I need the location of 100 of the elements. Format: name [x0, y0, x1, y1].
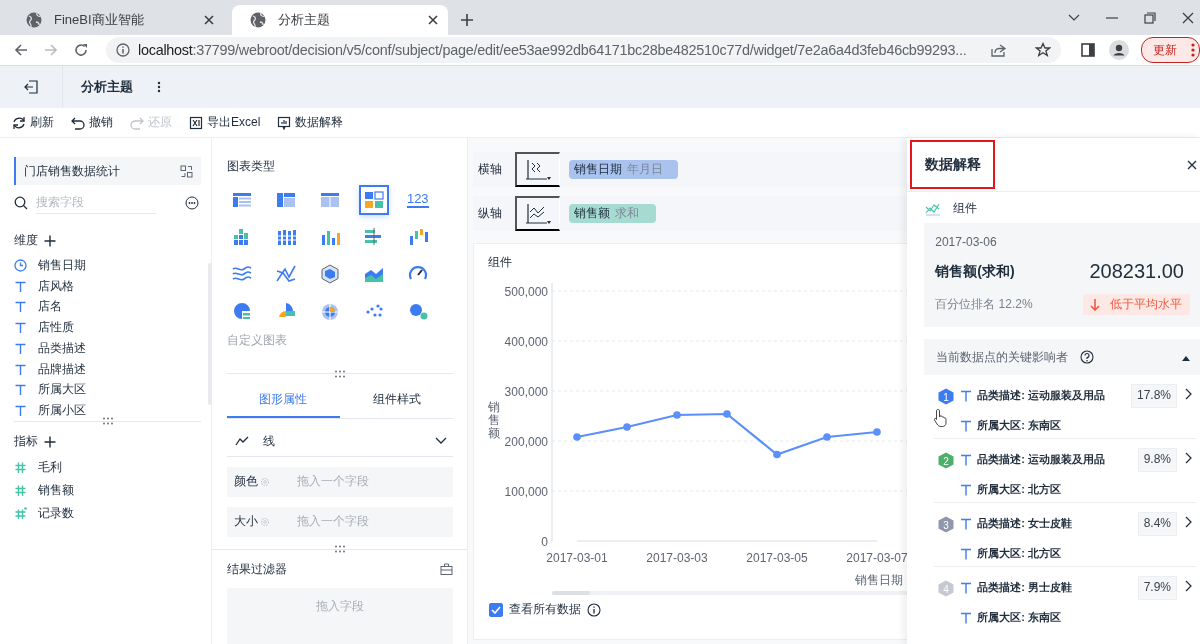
text-type-icon [960, 517, 973, 530]
section-title: 维度 [14, 232, 38, 249]
back-icon[interactable] [14, 43, 28, 57]
line-chart-icon [274, 263, 297, 285]
close-icon[interactable] [204, 15, 214, 25]
axis-tick-label: 100,000 [504, 485, 549, 499]
plus-icon[interactable] [460, 13, 474, 27]
chart-title: 组件 [488, 254, 514, 271]
field-item[interactable]: 销售日期 [14, 255, 201, 276]
chevron-right-icon[interactable] [1185, 516, 1192, 528]
more-icon[interactable] [184, 195, 199, 210]
axis-type-button[interactable] [515, 152, 561, 187]
section-title: 图表类型 [226, 158, 276, 175]
field-pill[interactable]: 销售日期 年月日 [569, 160, 679, 179]
toolbar-button[interactable]: 刷新 [12, 114, 54, 131]
data-point[interactable] [573, 433, 581, 441]
axis-tick-label: 0 [541, 535, 549, 549]
tab[interactable]: 图形属性 [226, 383, 340, 418]
panel-title: 数据解释 [910, 140, 996, 189]
chevron-right-icon[interactable] [1185, 388, 1192, 400]
browser-tab[interactable]: 分析主题 [232, 5, 448, 35]
side-panel-icon[interactable] [1081, 43, 1095, 57]
influencer-condition: 品类描述: 运动服装及用品 [977, 388, 1105, 403]
search-field[interactable]: 搜索字段 [36, 191, 156, 214]
search-icon [14, 195, 28, 210]
undo-icon [71, 115, 85, 130]
data-point[interactable] [673, 411, 681, 419]
toolbar-button[interactable]: 数据解释 [277, 114, 344, 131]
data-point[interactable] [723, 410, 731, 418]
add-icon[interactable] [44, 234, 56, 247]
data-point[interactable] [773, 450, 781, 459]
drop-zone[interactable]: 大小 拖入一个字段 [226, 506, 454, 537]
close-icon[interactable] [428, 15, 438, 25]
update-button[interactable]: 更新 [1141, 37, 1200, 63]
exit-icon[interactable] [23, 79, 39, 95]
share-value: 17.8% [1130, 384, 1177, 408]
section-title: 结果过滤器 [226, 560, 287, 578]
close-icon[interactable] [1182, 11, 1194, 24]
field-item[interactable]: 销售额 [14, 479, 211, 502]
text-type-icon [960, 453, 973, 466]
rank-badge: 4 [938, 580, 955, 597]
field-item[interactable]: 毛利 [14, 456, 211, 479]
field-item[interactable]: 所属大区 [14, 379, 201, 401]
field-item[interactable]: 品类描述 [14, 338, 201, 359]
redo-icon [130, 115, 144, 130]
info-icon[interactable] [587, 602, 602, 617]
field-item[interactable]: 记录数 [14, 502, 211, 525]
axis-tick-label: 2017-03-03 [646, 551, 708, 565]
dataset-selector[interactable]: 门店销售数据统计 [14, 157, 201, 185]
data-point[interactable] [873, 428, 881, 436]
minimize-icon[interactable] [1106, 16, 1118, 19]
chevron-right-icon[interactable] [1185, 452, 1192, 464]
field-item[interactable]: 店性质 [14, 317, 201, 338]
toolbox-icon[interactable] [440, 563, 454, 576]
axis-tick-label: 300,000 [504, 385, 549, 399]
reload-icon[interactable] [74, 43, 88, 57]
data-point[interactable] [623, 423, 631, 431]
field-item[interactable]: 品牌描述 [14, 358, 201, 380]
checkbox[interactable] [489, 602, 504, 617]
clock-icon [14, 258, 27, 272]
mark-type-dropdown[interactable]: 线 [226, 426, 454, 457]
drag-handle-icon[interactable] [102, 417, 114, 425]
browser-tab[interactable]: FineBI商业智能 [8, 5, 224, 35]
info-icon [116, 43, 130, 57]
chart-type-button[interactable]: 123 [402, 185, 433, 215]
axis-label: 横轴 [477, 161, 504, 178]
star-icon[interactable] [1035, 42, 1051, 58]
drag-handle-icon[interactable] [333, 544, 346, 553]
more-icon[interactable] [157, 81, 161, 93]
field-item[interactable]: 店风格 [14, 275, 201, 297]
field-pill[interactable]: 销售额 求和 [569, 204, 657, 223]
help-icon[interactable] [1080, 350, 1095, 364]
toolbar-button[interactable]: 撤销 [71, 114, 113, 131]
pointer-cursor-icon [933, 408, 950, 428]
drag-handle-icon[interactable] [333, 369, 346, 378]
drop-zone[interactable]: 颜色 拖入一个字段 [226, 466, 454, 497]
checkbox-label: 查看所有数据 [509, 601, 582, 618]
more-icon [1191, 43, 1195, 57]
chevron-down-icon[interactable] [1068, 13, 1080, 22]
restore-icon[interactable] [1144, 11, 1156, 24]
tab[interactable]: 组件样式 [339, 383, 454, 418]
text-type-icon [960, 547, 973, 560]
switch-icon[interactable] [179, 164, 193, 178]
number-type-icon [14, 484, 27, 497]
rank-badge: 1 [938, 388, 955, 405]
data-point[interactable] [823, 433, 831, 441]
avatar-icon[interactable] [1109, 40, 1129, 60]
chevron-right-icon[interactable] [1185, 580, 1192, 592]
axis-type-button[interactable] [515, 196, 561, 231]
url-text: localhost:37799/webroot/decision/v5/conf/subject/page/edit/ee53ae992db64171bc28be482510c77d/widget/7e2a6a4d3feb46cb99293... [138, 42, 968, 58]
toolbar-button[interactable]: 导出Excel [189, 114, 261, 131]
field-item[interactable]: 所属小区 [14, 400, 201, 421]
collapse-caret-icon[interactable] [1182, 355, 1190, 361]
address-bar[interactable]: localhost:37799/webroot/decision/v5/conf/subject/page/edit/ee53ae992db64171bc28be482510c77d/widget/7e2a6a4d3feb46cb99293... [106, 37, 1061, 63]
field-item[interactable]: 店名 [14, 296, 201, 318]
influencer-condition: 品类描述: 男士皮鞋 [977, 580, 1072, 595]
share-icon[interactable] [991, 43, 1007, 57]
add-icon[interactable] [44, 435, 56, 448]
chart-type-button[interactable] [358, 185, 389, 215]
close-icon[interactable] [1187, 159, 1197, 170]
